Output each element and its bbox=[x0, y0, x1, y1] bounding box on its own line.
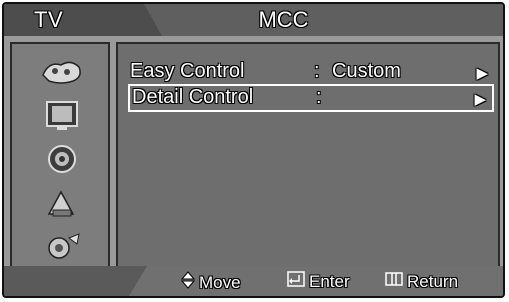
navigation-hint-panel: Move Enter Return bbox=[129, 266, 503, 296]
menu-page-title: MCC bbox=[258, 7, 309, 32]
enter-icon bbox=[287, 271, 305, 292]
menu-item-separator: : bbox=[316, 86, 322, 108]
menu-header: TV MCC bbox=[4, 4, 503, 36]
enter-hint-label: Enter bbox=[309, 271, 350, 291]
sound-icon[interactable] bbox=[38, 140, 86, 178]
menu-category-sidebar bbox=[10, 42, 110, 268]
menu-item-easy-control[interactable]: Easy Control : Custom ▶ bbox=[128, 58, 494, 86]
menu-item-label: Detail Control bbox=[132, 86, 254, 108]
navigation-hint-bar: Move Enter Return bbox=[4, 266, 503, 296]
osd-menu-window: TV MCC Easy Control: Custom ▶ Detail Co… bbox=[2, 2, 505, 298]
return-hint-label: Return bbox=[407, 271, 459, 291]
menu-item-separator: : bbox=[314, 60, 320, 82]
channel-icon[interactable] bbox=[38, 184, 86, 222]
menu-item-detail-control[interactable]: Detail Control : ▶ bbox=[128, 84, 494, 112]
menu-item-value: Custom bbox=[332, 60, 401, 82]
menu-content-panel: Easy Control : Custom ▶ Detail Control :… bbox=[116, 42, 500, 268]
move-hint-label: Move bbox=[199, 272, 241, 292]
menu-item-label: Easy Control bbox=[130, 60, 245, 82]
arrow-right-icon: ▶ bbox=[474, 91, 486, 108]
return-hint: Return bbox=[385, 271, 458, 292]
return-icon bbox=[385, 271, 403, 292]
enter-hint: Enter bbox=[287, 271, 350, 292]
input-icon[interactable] bbox=[38, 52, 86, 90]
move-hint: Move bbox=[180, 271, 241, 294]
setup-icon[interactable] bbox=[38, 228, 86, 266]
up-down-arrow-icon bbox=[180, 271, 196, 294]
picture-icon[interactable] bbox=[38, 96, 86, 134]
arrow-right-icon: ▶ bbox=[476, 65, 488, 82]
